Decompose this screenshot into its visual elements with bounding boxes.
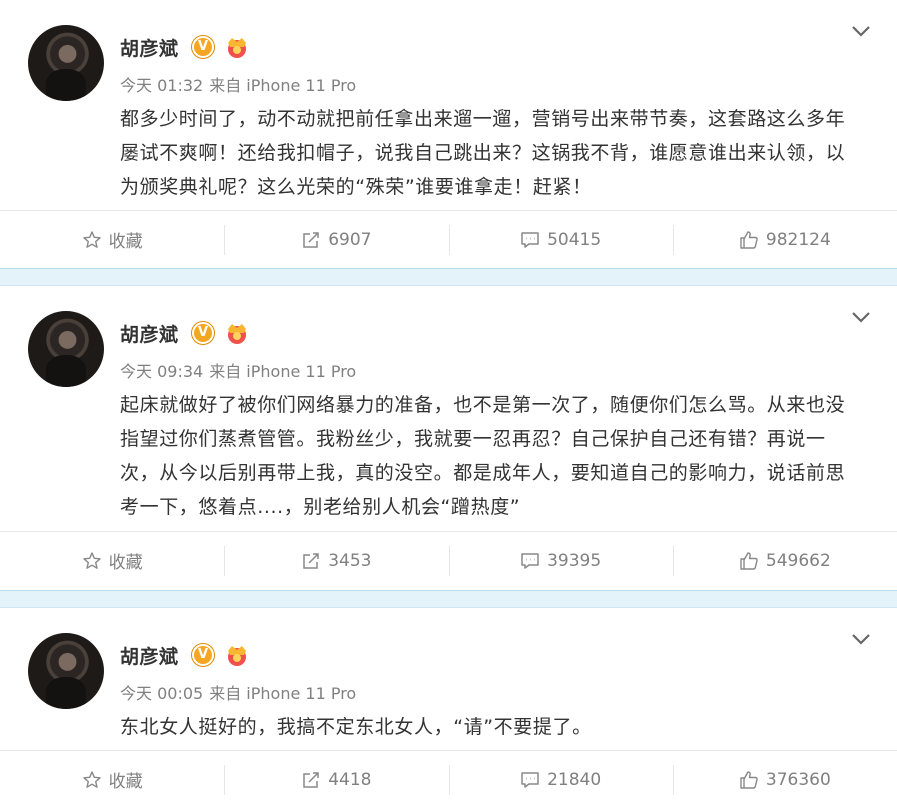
comment-icon [521, 771, 539, 788]
thumbs-up-icon [740, 551, 758, 570]
comment-count: 39395 [547, 550, 602, 571]
avatar[interactable] [28, 311, 104, 387]
favorite-label: 收藏 [108, 553, 143, 573]
comment-count: 21840 [547, 769, 602, 790]
repost-count: 3453 [328, 550, 372, 571]
comment-icon [521, 231, 539, 248]
like-count: 982124 [765, 229, 831, 250]
post-source: 来自 iPhone 11 Pro [209, 684, 357, 703]
verified-v-icon: V [192, 36, 214, 58]
post-source: 来自 iPhone 11 Pro [209, 362, 357, 381]
thumbs-up-icon [740, 770, 758, 789]
comment-count: 50415 [547, 229, 602, 250]
post-text: 都多少时间了，动不动就把前任拿出来遛一遛，营销号出来带节奏，这套路这么多年屡试不… [120, 108, 846, 198]
chevron-down-icon[interactable] [851, 632, 871, 646]
post-time[interactable]: 今天 00:05 [120, 684, 203, 703]
weibo-post: 胡彦斌 V 今天 00:05 来自 iPhone 11 Pro 东北女人挺好的，我… [0, 608, 897, 809]
favorite-button[interactable]: 收藏 [0, 532, 224, 589]
share-icon [303, 231, 319, 248]
crown-icon [228, 38, 246, 58]
author-name[interactable]: 胡彦斌 [120, 34, 179, 61]
chevron-down-icon[interactable] [851, 24, 871, 38]
action-bar: 收藏 3453 39395 549662 [0, 531, 897, 589]
author-name[interactable]: 胡彦斌 [120, 320, 179, 347]
repost-button[interactable]: 6907 [224, 211, 448, 268]
comment-icon [521, 552, 539, 569]
share-icon [303, 552, 319, 569]
favorite-button[interactable]: 收藏 [0, 751, 224, 808]
post-meta: 今天 09:34 来自 iPhone 11 Pro [120, 358, 356, 382]
repost-count: 6907 [328, 229, 372, 250]
post-time[interactable]: 今天 09:34 [120, 362, 203, 381]
like-count: 376360 [765, 769, 831, 790]
verified-v-icon: V [192, 644, 214, 666]
favorite-label: 收藏 [108, 772, 143, 792]
crown-icon [228, 646, 246, 666]
post-separator [0, 268, 897, 286]
favorite-label: 收藏 [108, 232, 143, 252]
repost-count: 4418 [328, 769, 372, 790]
share-icon [303, 771, 319, 788]
verified-v-icon: V [192, 322, 214, 344]
comment-button[interactable]: 39395 [448, 532, 673, 589]
chevron-down-icon[interactable] [851, 310, 871, 324]
action-bar: 收藏 6907 50415 982124 [0, 210, 897, 268]
post-separator [0, 590, 897, 608]
like-count: 549662 [765, 550, 831, 571]
star-icon [82, 230, 101, 248]
post-meta: 今天 01:32 来自 iPhone 11 Pro [120, 72, 356, 96]
repost-button[interactable]: 3453 [224, 532, 448, 589]
like-button[interactable]: 376360 [672, 751, 897, 808]
comment-button[interactable]: 50415 [448, 211, 673, 268]
author-name[interactable]: 胡彦斌 [120, 642, 179, 669]
favorite-button[interactable]: 收藏 [0, 211, 224, 268]
crown-icon [228, 324, 246, 344]
like-button[interactable]: 549662 [672, 532, 897, 589]
comment-button[interactable]: 21840 [448, 751, 673, 808]
post-text: 起床就做好了被你们网络暴力的准备，也不是第一次了，随便你们怎么骂。从来也没指望过… [120, 394, 846, 518]
avatar[interactable] [28, 25, 104, 101]
weibo-post: 胡彦斌 V 今天 01:32 来自 iPhone 11 Pro 都多少时间了，动不… [0, 0, 897, 268]
post-text: 东北女人挺好的，我搞不定东北女人，“请”不要提了。 [120, 716, 592, 738]
avatar[interactable] [28, 633, 104, 709]
post-source: 来自 iPhone 11 Pro [209, 76, 357, 95]
post-time[interactable]: 今天 01:32 [120, 76, 203, 95]
like-button[interactable]: 982124 [672, 211, 897, 268]
action-bar: 收藏 4418 21840 376360 [0, 750, 897, 808]
star-icon [82, 770, 101, 788]
thumbs-up-icon [740, 230, 758, 249]
star-icon [82, 551, 101, 569]
post-meta: 今天 00:05 来自 iPhone 11 Pro [120, 680, 356, 704]
repost-button[interactable]: 4418 [224, 751, 448, 808]
weibo-post: 胡彦斌 V 今天 09:34 来自 iPhone 11 Pro 起床就做好了被你们… [0, 286, 897, 590]
